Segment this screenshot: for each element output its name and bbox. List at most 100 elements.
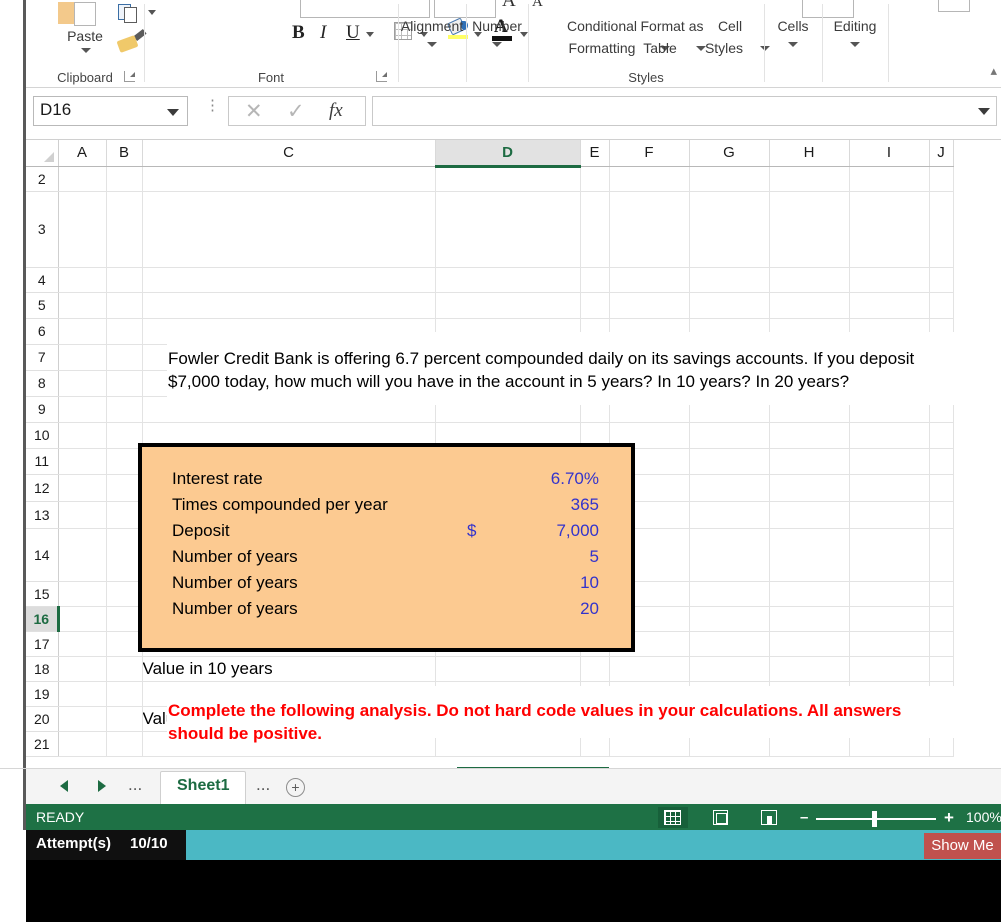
- cell[interactable]: [580, 292, 610, 319]
- cell[interactable]: [58, 581, 107, 607]
- cell[interactable]: [106, 501, 143, 529]
- cell[interactable]: [58, 606, 107, 632]
- cell[interactable]: [58, 501, 107, 529]
- add-sheet-icon[interactable]: +: [286, 778, 305, 797]
- input-row-deposit[interactable]: Deposit $ 7,000: [142, 521, 631, 547]
- enter-icon[interactable]: ✓: [287, 99, 305, 124]
- row-header-2[interactable]: 2: [26, 166, 59, 192]
- column-header-g[interactable]: G: [689, 140, 770, 167]
- chevron-down-icon[interactable]: [167, 109, 179, 116]
- cell[interactable]: [435, 166, 581, 192]
- cell[interactable]: [106, 267, 143, 293]
- sheet-overflow-left[interactable]: ...: [128, 775, 142, 795]
- cell[interactable]: [106, 422, 143, 449]
- cell[interactable]: [58, 422, 107, 449]
- row-header-16[interactable]: 16: [26, 606, 60, 632]
- column-header-b[interactable]: B: [106, 140, 143, 167]
- cell-styles-label-line1[interactable]: Cell: [702, 18, 758, 34]
- cell[interactable]: [849, 292, 930, 319]
- cell[interactable]: [106, 606, 143, 632]
- cell[interactable]: [849, 166, 930, 192]
- cell[interactable]: [849, 581, 930, 607]
- cell[interactable]: [689, 422, 770, 449]
- cell[interactable]: [849, 656, 930, 682]
- cell[interactable]: [106, 731, 143, 757]
- cell[interactable]: [929, 631, 954, 657]
- cell[interactable]: [689, 448, 770, 475]
- row-header-5[interactable]: 5: [26, 292, 59, 319]
- cell[interactable]: [435, 292, 581, 319]
- clipboard-dialog-launcher-icon[interactable]: [124, 71, 135, 82]
- cell[interactable]: [929, 191, 954, 268]
- cell[interactable]: [58, 191, 107, 268]
- cell[interactable]: [929, 292, 954, 319]
- cell[interactable]: [58, 681, 107, 707]
- zoom-level-label[interactable]: 100%: [966, 809, 1001, 825]
- chevron-down-icon[interactable]: [492, 42, 502, 47]
- cell[interactable]: [106, 166, 143, 192]
- row-header-10[interactable]: 10: [26, 422, 59, 449]
- cell[interactable]: [106, 448, 143, 475]
- row-header-19[interactable]: 19: [26, 681, 59, 707]
- column-header-c[interactable]: C: [142, 140, 436, 167]
- cell[interactable]: [769, 501, 850, 529]
- chevron-down-icon[interactable]: [850, 42, 860, 47]
- collapse-ribbon-icon[interactable]: ▴: [990, 63, 997, 79]
- cell[interactable]: [106, 706, 143, 732]
- cell[interactable]: [106, 318, 143, 345]
- cell[interactable]: [106, 631, 143, 657]
- cell[interactable]: [689, 528, 770, 582]
- column-header-f[interactable]: F: [609, 140, 690, 167]
- column-header-d[interactable]: D: [435, 140, 581, 168]
- cell-d18[interactable]: [435, 656, 581, 682]
- next-sheet-icon[interactable]: [98, 780, 106, 792]
- cell[interactable]: [58, 292, 107, 319]
- row-header-3[interactable]: 3: [26, 191, 59, 268]
- page-layout-view-icon[interactable]: [706, 807, 736, 828]
- underline-button[interactable]: U: [346, 22, 360, 44]
- row-header-13[interactable]: 13: [26, 501, 59, 529]
- cell[interactable]: [769, 528, 850, 582]
- row-header-20[interactable]: 20: [26, 706, 59, 732]
- cell[interactable]: [689, 166, 770, 192]
- chevron-down-icon[interactable]: [788, 42, 798, 47]
- cell[interactable]: [929, 422, 954, 449]
- italic-button[interactable]: I: [320, 22, 326, 44]
- cell[interactable]: [849, 474, 930, 502]
- zoom-slider-thumb[interactable]: [872, 811, 877, 827]
- input-row-times-compounded[interactable]: Times compounded per year 365: [142, 495, 631, 521]
- cell[interactable]: [849, 631, 930, 657]
- row-header-17[interactable]: 17: [26, 631, 59, 657]
- cell[interactable]: [929, 656, 954, 682]
- cell[interactable]: [58, 370, 107, 397]
- cell[interactable]: [58, 318, 107, 345]
- previous-sheet-icon[interactable]: [60, 780, 68, 792]
- cell[interactable]: [609, 267, 690, 293]
- cell[interactable]: [849, 606, 930, 632]
- cell[interactable]: [929, 501, 954, 529]
- cell[interactable]: [769, 656, 850, 682]
- cell[interactable]: [106, 528, 143, 582]
- row-header-14[interactable]: 14: [26, 528, 59, 582]
- cell[interactable]: [58, 166, 107, 192]
- row-header-21[interactable]: 21: [26, 731, 59, 757]
- formula-bar-dots-icon[interactable]: ⋮: [205, 98, 220, 120]
- font-dialog-launcher-icon[interactable]: [376, 71, 387, 82]
- cell-selection-indicator[interactable]: [457, 767, 609, 768]
- cell[interactable]: [106, 344, 143, 371]
- alignment-label[interactable]: Alignment: [398, 18, 466, 34]
- cell[interactable]: [106, 681, 143, 707]
- cell[interactable]: [106, 191, 143, 268]
- zoom-in-icon[interactable]: +: [944, 808, 954, 828]
- row-header-12[interactable]: 12: [26, 474, 59, 502]
- cell[interactable]: [769, 631, 850, 657]
- cell[interactable]: [849, 448, 930, 475]
- chevron-down-icon[interactable]: [81, 48, 91, 53]
- cell[interactable]: [609, 166, 690, 192]
- worksheet-grid[interactable]: A B C D E F G H I J 2 3 4 5 6 7 8 9 10 1…: [0, 140, 1001, 768]
- cell[interactable]: [929, 166, 954, 192]
- row-header-4[interactable]: 4: [26, 267, 59, 293]
- cell[interactable]: [609, 292, 690, 319]
- row-header-8[interactable]: 8: [26, 370, 59, 397]
- row-header-15[interactable]: 15: [26, 581, 59, 607]
